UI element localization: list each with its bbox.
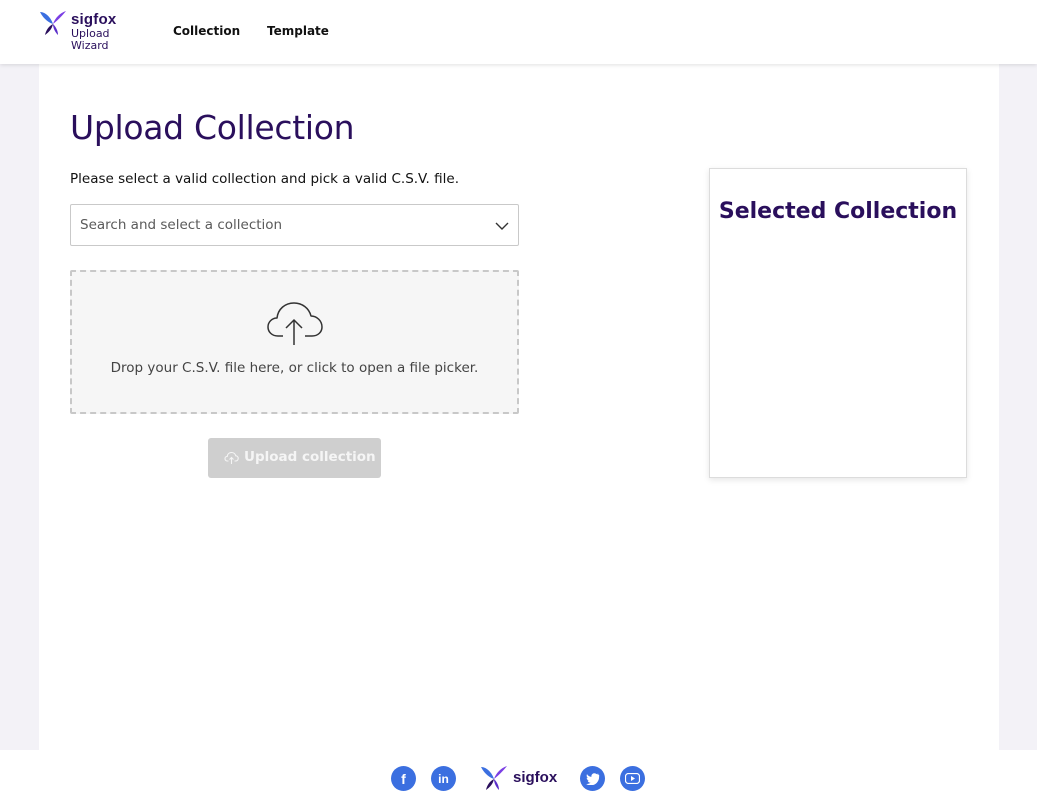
logo-subtitle: Upload Wizard [71,27,110,52]
cloud-upload-icon [224,451,239,464]
youtube-icon[interactable] [620,766,645,791]
footer-sigfox-logo[interactable]: sigfox [479,764,559,792]
cloud-upload-icon [267,302,323,345]
twitter-icon[interactable] [580,766,605,791]
collection-search-input[interactable] [80,215,480,235]
collection-select[interactable] [70,204,519,246]
chevron-down-icon[interactable] [494,218,510,234]
panel-title: Selected Collection [718,199,958,224]
csv-dropzone[interactable]: Drop your C.S.V. file here, or click to … [70,270,519,414]
top-header: sigfox Upload Wizard Collection Template [0,0,1037,64]
linkedin-icon[interactable]: in [431,766,456,791]
page-title: Upload Collection [70,108,355,147]
facebook-icon[interactable]: f [391,766,416,791]
upload-collection-button[interactable]: Upload collection [208,438,381,478]
selected-collection-panel: Selected Collection [709,168,967,478]
sigfox-butterfly-icon [40,11,66,35]
twitter-bird-glyph [585,772,599,785]
footer-brand-text: sigfox [513,769,558,786]
logo-brand-text: sigfox [71,11,117,28]
upload-button-label: Upload collection [244,449,376,465]
footer: f in sigfox [0,750,1037,806]
sigfox-butterfly-icon [481,766,507,790]
main-content: Upload Collection Please select a valid … [39,64,999,750]
youtube-play-glyph [625,773,640,784]
nav-collection[interactable]: Collection [173,24,240,38]
dropzone-text: Drop your C.S.V. file here, or click to … [110,360,479,376]
sigfox-upload-wizard-logo[interactable]: sigfox Upload Wizard [38,10,128,54]
nav-template[interactable]: Template [267,24,329,38]
instruction-text: Please select a valid collection and pic… [70,171,459,187]
